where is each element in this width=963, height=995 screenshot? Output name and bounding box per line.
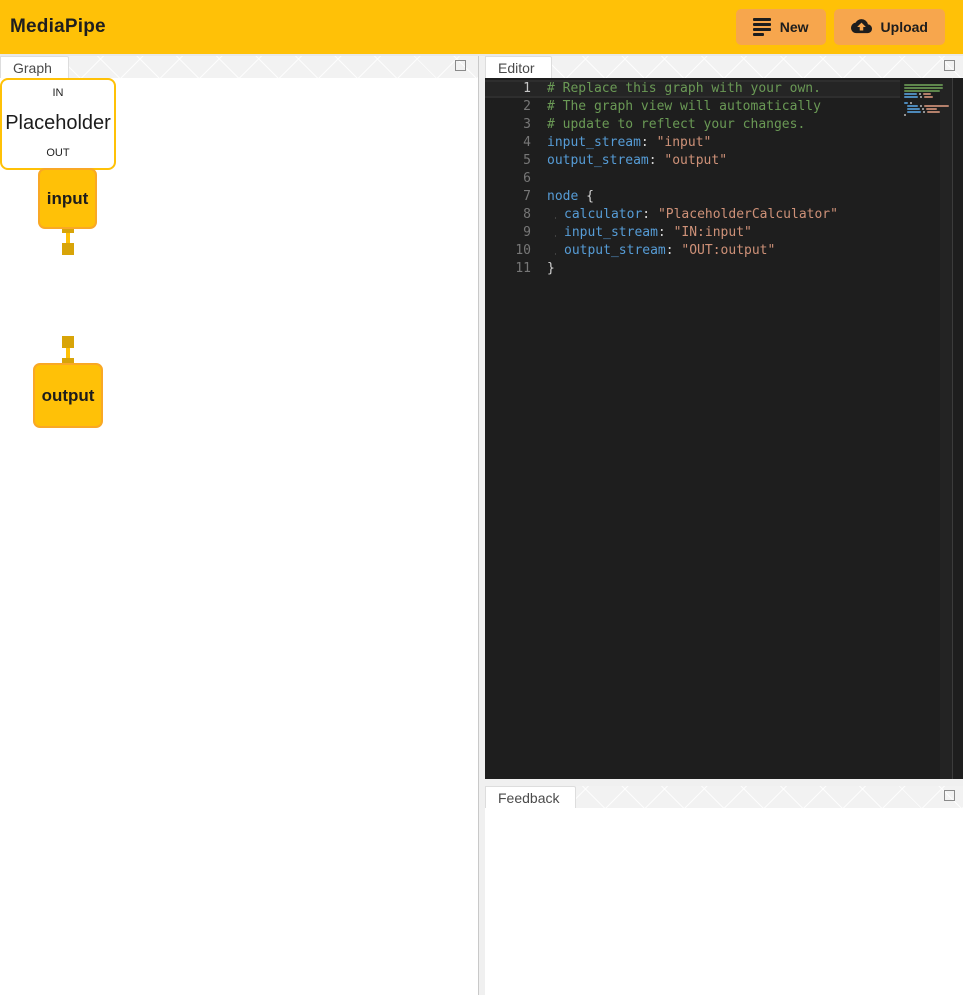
upload-button-label: Upload	[881, 19, 928, 35]
calculator-label: Placeholder	[5, 112, 111, 135]
code-text: # The graph view will automatically	[531, 98, 821, 116]
new-button[interactable]: New	[736, 9, 826, 45]
line-number: 10	[485, 242, 531, 260]
code-line[interactable]: 1# Replace this graph with your own.	[485, 80, 900, 98]
upload-button[interactable]: Upload	[834, 9, 945, 45]
editor-minimap[interactable]	[900, 78, 963, 779]
line-number: 11	[485, 260, 531, 278]
out-port-label: OUT	[46, 147, 69, 159]
code-text	[531, 170, 547, 188]
horizontal-splitter[interactable]	[485, 779, 963, 786]
cloud-upload-icon	[851, 19, 872, 35]
right-column: Editor 1# Replace this graph with your o…	[485, 56, 963, 995]
line-number: 6	[485, 170, 531, 188]
header-buttons: New Upload	[736, 9, 953, 45]
line-number: 9	[485, 224, 531, 242]
code-line[interactable]: 6	[485, 170, 900, 188]
feedback-tab-row: Feedback	[485, 786, 963, 808]
line-number: 3	[485, 116, 531, 134]
graph-node-output[interactable]: output	[33, 363, 103, 428]
edge-connector-dot	[62, 336, 74, 348]
graph-node-placeholder[interactable]: IN Placeholder OUT	[0, 78, 116, 170]
line-number: 7	[485, 188, 531, 206]
edge-connector-dot	[62, 243, 74, 255]
line-number: 1	[485, 81, 531, 97]
maximize-icon[interactable]	[455, 60, 466, 71]
code-text: input_stream: "IN:input"	[531, 224, 752, 242]
code-text: }	[531, 260, 555, 278]
code-lines: 1# Replace this graph with your own.2# T…	[485, 80, 900, 278]
app-title: MediaPipe	[10, 16, 106, 38]
maximize-icon[interactable]	[944, 60, 955, 71]
code-text: node {	[531, 188, 594, 206]
code-line[interactable]: 2# The graph view will automatically	[485, 98, 900, 116]
line-number: 5	[485, 152, 531, 170]
tab-editor-label: Editor	[498, 60, 535, 76]
minimap-rows	[904, 84, 949, 117]
in-port-label: IN	[53, 87, 64, 99]
tab-graph[interactable]: Graph	[0, 56, 69, 78]
code-text: input_stream: "input"	[531, 134, 711, 152]
app-header: MediaPipe New Upload	[0, 0, 963, 54]
graph-node-input[interactable]: input	[38, 168, 97, 229]
editor-tab-row: Editor	[485, 56, 963, 78]
code-text: output_stream: "OUT:output"	[531, 242, 775, 260]
line-number: 8	[485, 206, 531, 224]
code-line[interactable]: 10output_stream: "OUT:output"	[485, 242, 900, 260]
graph-node-input-label: input	[47, 189, 89, 209]
graph-panel: Graph input IN Placeholder OUT output	[0, 56, 479, 995]
code-editor[interactable]: 1# Replace this graph with your own.2# T…	[485, 78, 963, 779]
subject-icon	[753, 18, 771, 36]
code-text: calculator: "PlaceholderCalculator"	[531, 206, 838, 224]
code-line[interactable]: 5output_stream: "output"	[485, 152, 900, 170]
code-line[interactable]: 9input_stream: "IN:input"	[485, 224, 900, 242]
code-text: # update to reflect your changes.	[531, 116, 805, 134]
code-text: output_stream: "output"	[531, 152, 727, 170]
maximize-icon[interactable]	[944, 790, 955, 801]
code-line[interactable]: 7node {	[485, 188, 900, 206]
graph-tab-row: Graph	[0, 56, 478, 78]
code-line[interactable]: 8calculator: "PlaceholderCalculator"	[485, 206, 900, 224]
tab-feedback[interactable]: Feedback	[485, 786, 576, 808]
new-button-label: New	[780, 19, 809, 35]
code-line[interactable]: 3# update to reflect your changes.	[485, 116, 900, 134]
workspace: Graph input IN Placeholder OUT output	[0, 54, 963, 995]
line-number: 4	[485, 134, 531, 152]
code-line[interactable]: 11}	[485, 260, 900, 278]
code-line[interactable]: 4input_stream: "input"	[485, 134, 900, 152]
tab-editor[interactable]: Editor	[485, 56, 552, 78]
graph-canvas[interactable]: input IN Placeholder OUT output	[0, 78, 478, 995]
scrollbar-decoration	[940, 78, 953, 779]
tab-graph-label: Graph	[13, 60, 52, 76]
line-number: 2	[485, 98, 531, 116]
graph-node-output-label: output	[42, 386, 95, 406]
code-text: # Replace this graph with your own.	[531, 81, 821, 97]
feedback-panel-body	[485, 808, 963, 995]
tab-feedback-label: Feedback	[498, 790, 559, 806]
